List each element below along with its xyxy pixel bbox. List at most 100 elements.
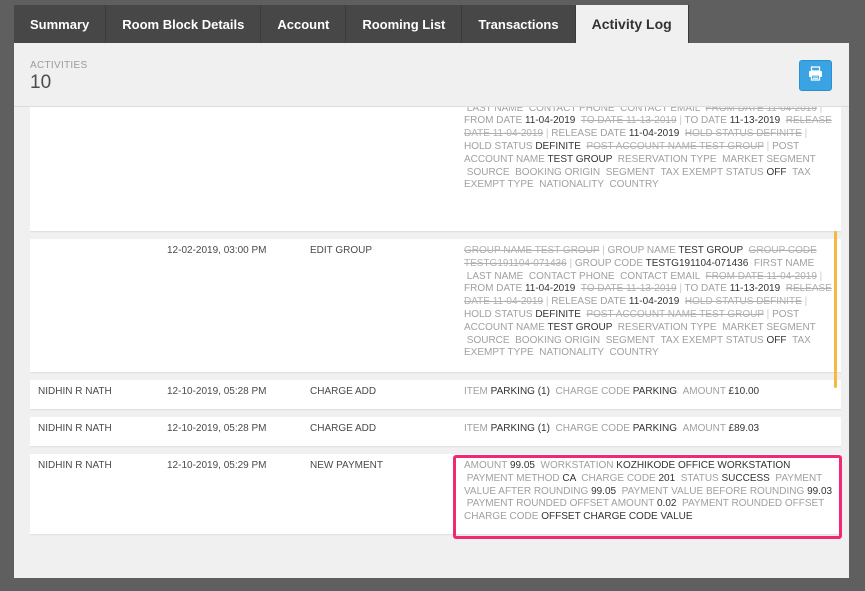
field-separator: | [804,296,808,308]
entry-date: 12-02-2019, 03:00 PM [167,245,267,256]
field-value: CA [562,472,576,484]
field-label: FROM DATE [464,115,523,127]
field-value: OFF [766,334,787,346]
field-label: SOURCE [466,166,510,178]
field-label: TAX EXEMPT STATUS [660,166,764,178]
tab-summary[interactable]: Summary [14,5,107,43]
field-separator: | [679,283,682,295]
entry-date: 12-10-2019, 05:29 PM [167,460,267,471]
field-label: PAYMENT METHOD [466,472,560,484]
old-value: POST ACCOUNT NAME TEST GROUP [586,308,764,320]
activity-entry: 12-02-2019, 03:00 PM EDIT GROUP GROUP NAME… [30,239,841,372]
tab-account[interactable]: Account [261,5,347,43]
field-label: AMOUNT [464,460,508,471]
field-label: HOLD STATUS [464,308,533,320]
activity-entry: 11-20-2019, 11:32 AMEDIT GROUPGROUP NAME… [30,107,841,231]
field-label: COUNTRY [609,179,659,191]
field-label: CHARGE CODE [581,472,656,484]
field-label: TO DATE [684,283,727,295]
activity-entry: NIDHIN R NATH 12-10-2019, 05:28 PM CHARGE … [30,380,841,409]
field-label: GROUP NAME [607,245,676,256]
field-label: FROM DATE [464,283,523,295]
field-value: £10.00 [728,386,760,397]
old-value: TO DATE 11-13-2019 [580,283,677,295]
field-separator: | [766,308,770,320]
field-value: DEFINITE [535,140,581,152]
field-label: BOOKING ORIGIN [515,166,601,178]
field-label: STATUS [680,472,719,484]
tab-bar: Summary Room Block Details Account Roomi… [14,5,689,43]
field-value: 11-04-2019 [524,115,576,127]
field-label: SEGMENT [605,334,655,346]
field-label: PAYMENT ROUNDED OFFSET AMOUNT [466,498,655,510]
field-label: RESERVATION TYPE [617,153,717,165]
print-button[interactable] [799,60,832,91]
field-label: MARKET SEGMENT [722,321,816,333]
entry-date: 12-10-2019, 05:28 PM [167,386,267,397]
field-separator: | [819,270,823,282]
field-label: NATIONALITY [539,347,604,359]
field-separator: | [766,140,770,152]
activity-list[interactable]: 11-20-2019, 11:32 AMEDIT GROUPGROUP NAME… [30,107,841,578]
entry-details: ITEM PARKING (1) CHARGE CODE PARKING AMO… [464,423,834,436]
field-value: 11-04-2019 [628,128,680,140]
activity-entry: NIDHIN R NATH 12-10-2019, 05:28 PM CHARGE … [30,417,841,446]
activities-summary: ACTIVITIES 10 [30,60,87,94]
field-label: ITEM [464,423,488,434]
field-value: 201 [658,472,676,484]
entry-details: GROUP NAME TEST GROUP | GROUP NAME TEST … [464,245,834,360]
field-value: PARKING (1) [490,386,550,397]
tab-rooming-list[interactable]: Rooming List [346,5,463,43]
field-separator: | [602,245,605,256]
entry-action: NEW PAYMENT [310,460,383,471]
field-label: CONTACT EMAIL [620,107,700,114]
field-separator: | [819,107,823,114]
old-value: HOLD STATUS DEFINITE [684,128,802,140]
field-label: COUNTRY [609,347,659,359]
field-label: TO DATE [684,115,727,127]
field-value: 99.05 [509,460,535,471]
tab-transactions[interactable]: Transactions [462,5,576,43]
entry-action: CHARGE ADD [310,423,377,434]
old-value: POST ACCOUNT NAME TEST GROUP [586,140,764,152]
field-label: CHARGE CODE [555,423,630,434]
field-label: FIRST NAME [753,257,815,269]
activities-label: ACTIVITIES [30,60,88,71]
field-value: TEST GROUP [678,245,744,256]
field-label: PAYMENT VALUE BEFORE ROUNDING [621,485,805,497]
field-value: 99.03 [807,485,833,497]
field-value: DEFINITE [535,308,581,320]
field-value: 11-13-2019 [729,115,781,127]
field-label: LAST NAME [466,107,524,114]
field-label: RELEASE DATE [551,128,627,140]
tab-activity-log[interactable]: Activity Log [575,5,689,43]
activities-count: 10 [30,72,52,93]
old-value: TO DATE 11-13-2019 [580,115,677,127]
field-value: 99.05 [591,485,617,497]
field-separator: | [545,128,549,140]
field-value: £89.03 [728,423,760,434]
field-value: TESTG191104-071436 [645,257,749,269]
old-value: HOLD STATUS DEFINITE [684,296,802,308]
field-value: KOZHIKODE OFFICE WORKSTATION [616,460,791,471]
field-label: CHARGE CODE [555,386,630,397]
field-label: LAST NAME [466,270,524,282]
field-value: TEST GROUP [547,153,613,165]
entry-user: NIDHIN R NATH [38,423,112,434]
entry-details: AMOUNT 99.05 WORKSTATION KOZHIKODE OFFIC… [464,460,834,524]
field-label: BOOKING ORIGIN [515,334,601,346]
field-label: CONTACT PHONE [528,270,615,282]
old-value: FROM DATE 11-04-2019 [705,107,817,114]
field-label: CONTACT PHONE [528,107,615,114]
field-value: PARKING (1) [490,423,550,434]
field-label: TAX EXEMPT STATUS [660,334,764,346]
field-label: AMOUNT [682,386,726,397]
field-label: SOURCE [466,334,510,346]
field-label: ITEM [464,386,488,397]
entry-details: GROUP NAME TEST GROUP | GROUP NAME TEST … [464,107,834,192]
field-label: MARKET SEGMENT [722,153,816,165]
scrollbar-thumb[interactable] [834,231,837,388]
tab-room-block-details[interactable]: Room Block Details [106,5,262,43]
entry-details: ITEM PARKING (1) CHARGE CODE PARKING AMO… [464,386,834,399]
field-label: RELEASE DATE [551,296,627,308]
